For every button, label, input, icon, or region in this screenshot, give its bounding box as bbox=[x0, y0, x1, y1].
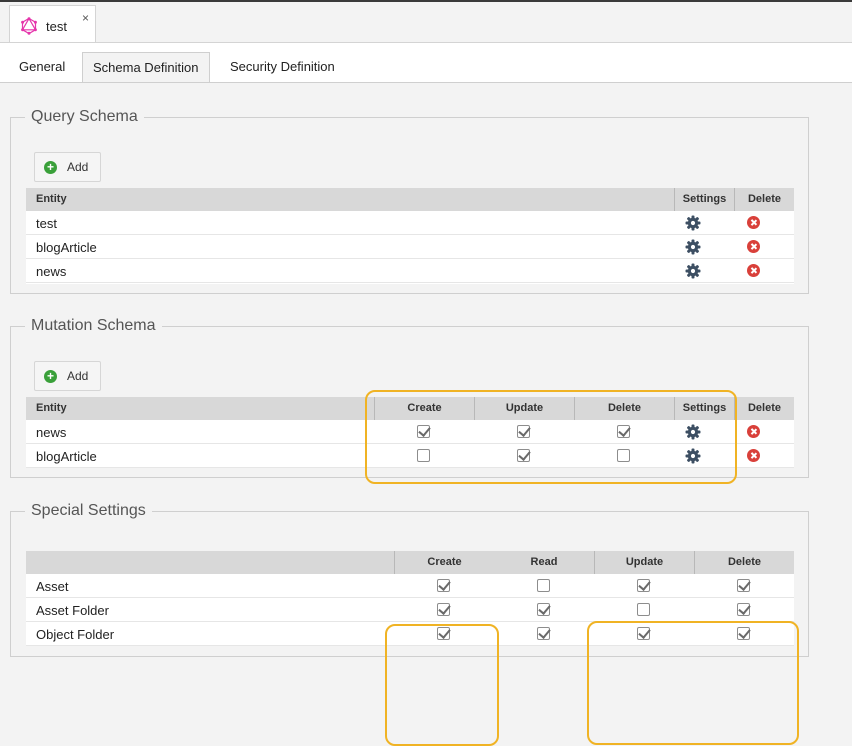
schema-definition-content: Query Schema + Add Entity Settings Delet… bbox=[0, 83, 852, 746]
mutation-add-label: Add bbox=[67, 369, 89, 383]
table-row[interactable]: news bbox=[26, 259, 794, 283]
window-top-border bbox=[0, 0, 852, 2]
delete-circle-icon[interactable] bbox=[747, 264, 760, 277]
mutation-grid-header: Entity Create Update Delete Settings Del… bbox=[26, 397, 794, 420]
special-settings-legend: Special Settings bbox=[25, 501, 152, 521]
document-panel: General Schema Definition Security Defin… bbox=[0, 43, 852, 746]
delete-circle-icon[interactable] bbox=[747, 240, 760, 253]
special-settings-grid: Create Read Update Delete Asset Asset Fo… bbox=[26, 551, 794, 646]
special-settings-fieldset: Special Settings Create Read Update Dele… bbox=[10, 501, 809, 746]
delete-checkbox[interactable] bbox=[617, 425, 630, 438]
query-add-label: Add bbox=[67, 160, 89, 174]
mutation-add-button[interactable]: + Add bbox=[34, 361, 101, 391]
column-header-update[interactable]: Update bbox=[594, 551, 694, 574]
entity-name: blogArticle bbox=[36, 449, 97, 464]
column-header-entity bbox=[26, 551, 394, 574]
gear-icon[interactable] bbox=[685, 263, 701, 279]
table-row[interactable]: test bbox=[26, 211, 794, 235]
read-checkbox[interactable] bbox=[537, 627, 550, 640]
document-tab[interactable]: test × bbox=[9, 5, 96, 42]
column-header-create[interactable]: Create bbox=[374, 397, 474, 420]
query-schema-legend: Query Schema bbox=[25, 107, 144, 127]
update-checkbox[interactable] bbox=[637, 579, 650, 592]
column-header-delete[interactable]: Delete bbox=[734, 397, 794, 420]
update-checkbox[interactable] bbox=[637, 603, 650, 616]
column-header-read[interactable]: Read bbox=[494, 551, 594, 574]
special-grid-header: Create Read Update Delete bbox=[26, 551, 794, 574]
entity-name: test bbox=[36, 216, 57, 231]
column-header-settings[interactable]: Settings bbox=[674, 188, 734, 211]
table-row[interactable]: Object Folder bbox=[26, 622, 794, 646]
table-row[interactable]: news bbox=[26, 420, 794, 444]
create-checkbox[interactable] bbox=[437, 579, 450, 592]
update-checkbox[interactable] bbox=[637, 627, 650, 640]
plus-circle-icon: + bbox=[44, 161, 57, 174]
tab-schema-definition[interactable]: Schema Definition bbox=[82, 52, 210, 83]
tab-general[interactable]: General bbox=[9, 52, 75, 82]
delete-circle-icon[interactable] bbox=[747, 425, 760, 438]
create-checkbox[interactable] bbox=[437, 627, 450, 640]
read-checkbox[interactable] bbox=[537, 603, 550, 616]
document-tab-title: test bbox=[46, 19, 67, 34]
entity-name: news bbox=[36, 264, 67, 279]
delete-checkbox[interactable] bbox=[617, 449, 630, 462]
gear-icon[interactable] bbox=[685, 424, 701, 440]
delete-circle-icon[interactable] bbox=[747, 449, 760, 462]
delete-checkbox[interactable] bbox=[737, 603, 750, 616]
mutation-schema-legend: Mutation Schema bbox=[25, 316, 162, 336]
entity-name: Object Folder bbox=[36, 627, 115, 642]
column-header-entity[interactable]: Entity bbox=[26, 188, 674, 211]
create-checkbox[interactable] bbox=[417, 425, 430, 438]
query-grid-header: Entity Settings Delete bbox=[26, 188, 794, 211]
close-tab-icon[interactable]: × bbox=[82, 12, 89, 24]
delete-circle-icon[interactable] bbox=[747, 216, 760, 229]
query-schema-grid: Entity Settings Delete test blogArticle bbox=[26, 188, 794, 284]
entity-name: Asset bbox=[36, 579, 69, 594]
graphql-logo-icon bbox=[21, 17, 37, 35]
gear-icon[interactable] bbox=[685, 239, 701, 255]
tab-security-definition[interactable]: Security Definition bbox=[220, 52, 345, 82]
table-row[interactable]: blogArticle bbox=[26, 235, 794, 259]
update-checkbox[interactable] bbox=[517, 449, 530, 462]
plus-circle-icon: + bbox=[44, 370, 57, 383]
read-checkbox[interactable] bbox=[537, 579, 550, 592]
update-checkbox[interactable] bbox=[517, 425, 530, 438]
column-header-update[interactable]: Update bbox=[474, 397, 574, 420]
column-header-settings[interactable]: Settings bbox=[674, 397, 734, 420]
column-header-entity[interactable]: Entity bbox=[26, 397, 374, 420]
column-header-delete-permission[interactable]: Delete bbox=[574, 397, 674, 420]
entity-name: news bbox=[36, 425, 67, 440]
gear-icon[interactable] bbox=[685, 215, 701, 231]
delete-checkbox[interactable] bbox=[737, 579, 750, 592]
delete-checkbox[interactable] bbox=[737, 627, 750, 640]
mutation-schema-fieldset: Mutation Schema + Add Entity Create Upda… bbox=[10, 316, 809, 484]
table-row[interactable]: Asset Folder bbox=[26, 598, 794, 622]
create-checkbox[interactable] bbox=[417, 449, 430, 462]
gear-icon[interactable] bbox=[685, 448, 701, 464]
column-header-create[interactable]: Create bbox=[394, 551, 494, 574]
create-checkbox[interactable] bbox=[437, 603, 450, 616]
column-header-delete[interactable]: Delete bbox=[694, 551, 794, 574]
table-row[interactable]: blogArticle bbox=[26, 444, 794, 468]
entity-name: Asset Folder bbox=[36, 603, 109, 618]
table-row[interactable]: Asset bbox=[26, 574, 794, 598]
query-schema-fieldset: Query Schema + Add Entity Settings Delet… bbox=[10, 107, 809, 294]
query-add-button[interactable]: + Add bbox=[34, 152, 101, 182]
mutation-schema-grid: Entity Create Update Delete Settings Del… bbox=[26, 397, 794, 468]
entity-name: blogArticle bbox=[36, 240, 97, 255]
column-header-delete[interactable]: Delete bbox=[734, 188, 794, 211]
